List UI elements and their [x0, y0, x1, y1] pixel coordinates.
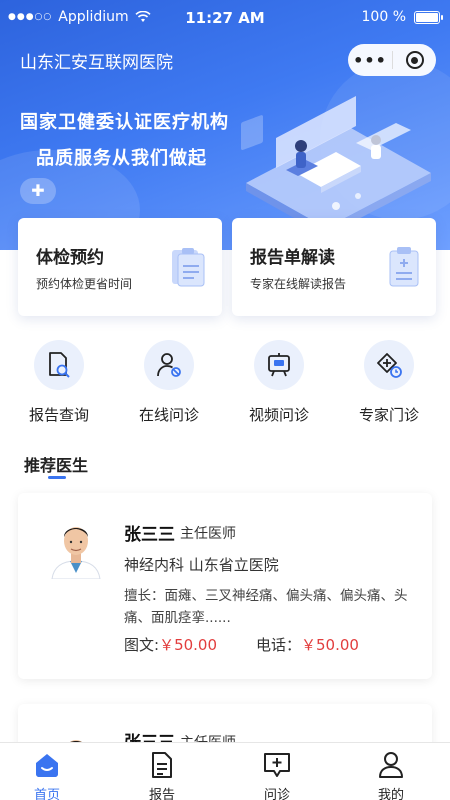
- status-bar: ●●●○○ Applidium 11:27 AM 100 %: [0, 0, 450, 36]
- tab-consult[interactable]: 问诊: [232, 749, 322, 800]
- tab-profile[interactable]: 我的: [346, 749, 436, 800]
- hero-slogan-line2: 品质服务从我们做起: [36, 148, 207, 169]
- doctor-department-hospital: 神经内科 山东省立医院: [124, 556, 279, 574]
- online-consult-icon: [157, 353, 181, 377]
- clipboard-icon: [172, 248, 205, 287]
- battery-icon: [414, 10, 443, 24]
- phone-consult-price: 电话：￥50.00: [256, 634, 359, 655]
- entry-report-query[interactable]: 报告查询: [4, 340, 114, 425]
- battery-percent: 100 %: [361, 9, 406, 25]
- entry-icon-bg: [254, 340, 304, 390]
- hero-slogan-line1: 国家卫健委认证医疗机构: [20, 112, 229, 133]
- doctor-specialty: 擅长：面瘫、三叉神经痛、偏头痛、偏头痛、头痛、面肌痉挛......: [124, 588, 408, 626]
- entry-label: 报告查询: [28, 406, 89, 424]
- entry-online-consult[interactable]: 在线问诊: [114, 340, 224, 425]
- section-title: 推荐医生: [24, 456, 89, 475]
- entry-label: 专家门诊: [358, 406, 419, 424]
- entry-icon-bg: [34, 340, 84, 390]
- card-subtitle: 专家在线解读报告: [250, 277, 347, 291]
- text-consult-price: 图文:￥50.00: [124, 634, 217, 655]
- tab-label: 问诊: [263, 788, 290, 800]
- entry-video-consult[interactable]: 视频问诊: [224, 340, 334, 425]
- home-icon: [36, 754, 58, 777]
- nav-bar: 山东汇安互联网医院 •••: [0, 44, 450, 76]
- quick-entries: 报告查询 在线问诊 视频问诊 专家门诊: [0, 340, 450, 430]
- consult-icon: [264, 753, 290, 777]
- close-mini-program-button[interactable]: [393, 51, 436, 69]
- price-label: 电话：: [256, 636, 302, 654]
- report-icon: [152, 752, 172, 778]
- hero-banner: ✚ ●●●○○ Applidium 11:27 AM 100 % 山东汇安互联网…: [0, 0, 450, 250]
- entry-icon-bg: [144, 340, 194, 390]
- doctor-name: 张三三: [124, 525, 175, 545]
- tab-report[interactable]: 报告: [117, 749, 207, 800]
- price-value: ￥50.00: [159, 636, 218, 654]
- card-title: 报告单解读: [250, 248, 335, 268]
- section-underline: [48, 476, 66, 479]
- entry-label: 视频问诊: [248, 406, 309, 424]
- tab-bar: 首页 报告 问诊 我的: [0, 742, 450, 800]
- target-icon: [405, 51, 424, 69]
- doctor-card[interactable]: 张三三 主任医师 神经内科 山东省立医院 擅长：面瘫、三叉神经痛、偏头痛、偏头痛…: [18, 493, 432, 679]
- price-label: 图文:: [124, 636, 160, 654]
- report-search-icon: [49, 352, 70, 378]
- more-menu-button[interactable]: •••: [348, 51, 392, 70]
- doctor-title: 主任医师: [180, 526, 236, 542]
- tab-label: 首页: [33, 788, 60, 800]
- tab-label: 报告: [148, 788, 175, 800]
- medical-cross-icon: ✚: [20, 178, 56, 204]
- report-clipboard-icon: [389, 247, 419, 287]
- expert-clinic-icon: [377, 353, 402, 378]
- page-title: 山东汇安互联网医院: [20, 53, 173, 73]
- tab-home[interactable]: 首页: [2, 749, 92, 800]
- report-interpretation-card[interactable]: 报告单解读 专家在线解读报告: [232, 218, 436, 316]
- entry-label: 在线问诊: [138, 406, 199, 424]
- doctor-avatar: [51, 527, 101, 579]
- video-consult-icon: [268, 353, 290, 377]
- entry-icon-bg: [364, 340, 414, 390]
- mini-program-capsule: •••: [348, 44, 436, 76]
- price-value: ￥50.00: [301, 636, 359, 654]
- entry-expert-clinic[interactable]: 专家门诊: [334, 340, 444, 425]
- hero-illustration: [241, 96, 431, 236]
- profile-icon: [379, 752, 403, 778]
- card-title: 体检预约: [36, 248, 104, 268]
- physical-exam-booking-card[interactable]: 体检预约 预约体检更省时间: [18, 218, 222, 316]
- tab-label: 我的: [377, 788, 404, 800]
- card-subtitle: 预约体检更省时间: [36, 277, 133, 291]
